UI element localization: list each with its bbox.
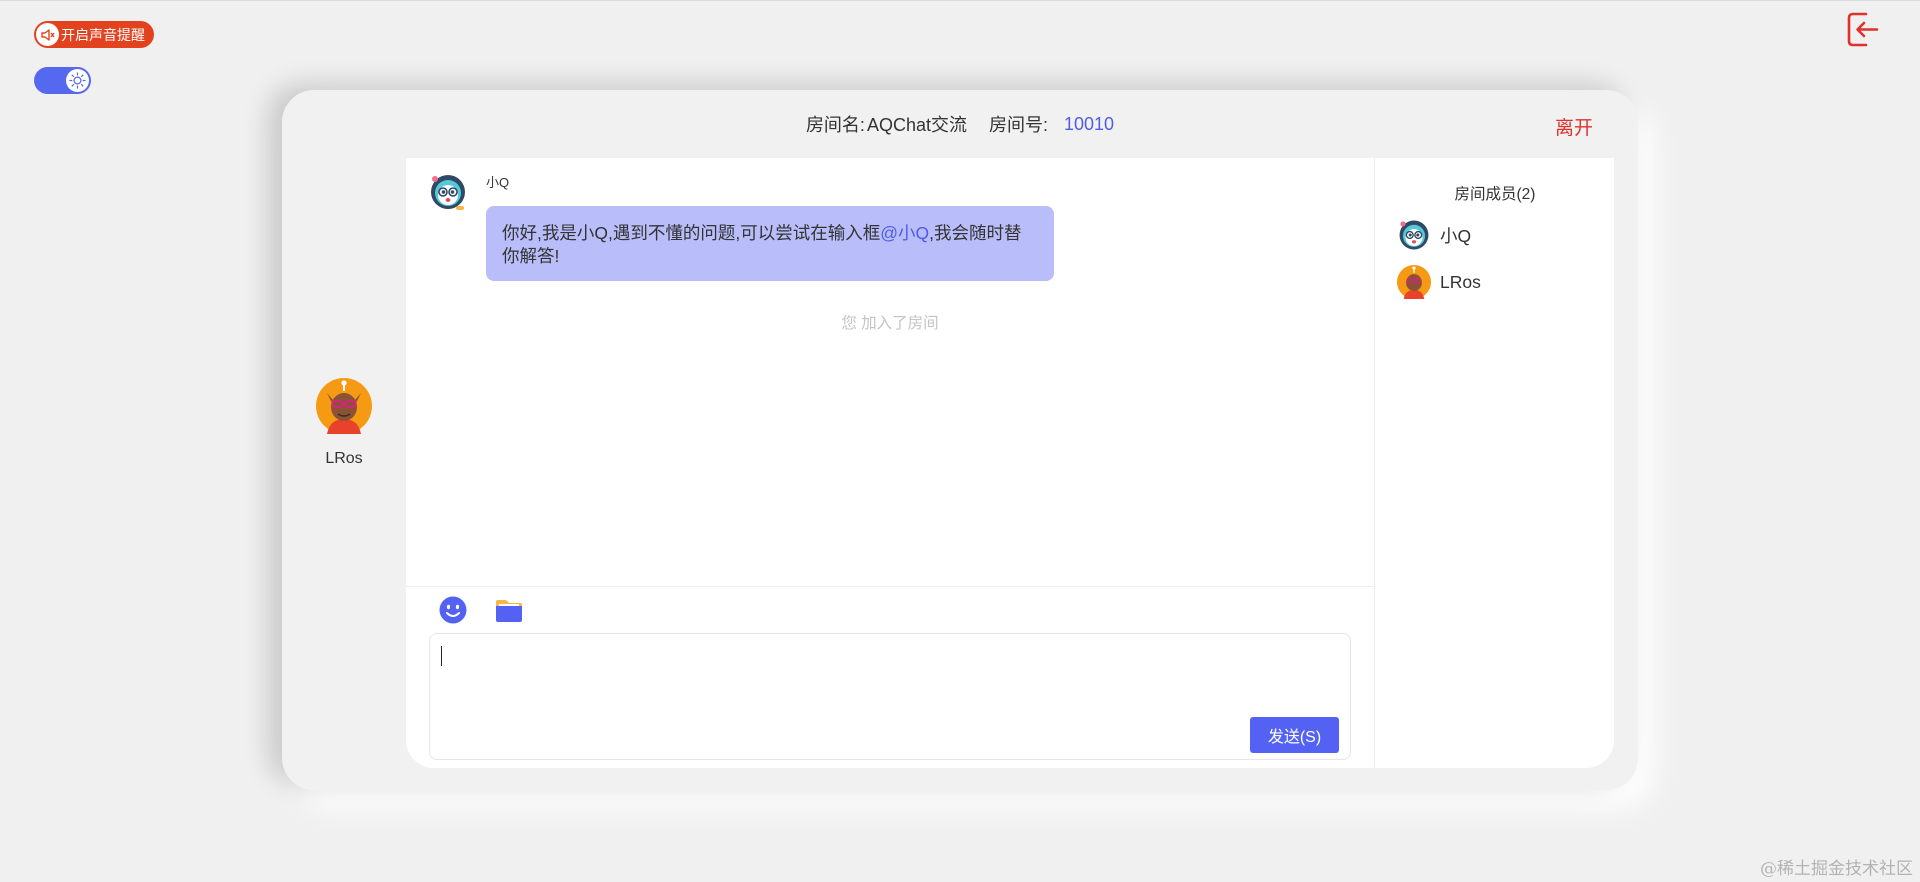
avatar bbox=[1397, 265, 1431, 299]
text-caret bbox=[441, 646, 442, 666]
member-name: LRos bbox=[1440, 271, 1481, 292]
current-user: LRos bbox=[282, 378, 406, 468]
message-bubble: 你好,我是小Q,遇到不懂的问题,可以尝试在输入框@小Q,我会随时替你解答! bbox=[486, 206, 1054, 281]
members-title: 房间成员(2) bbox=[1454, 186, 1536, 203]
sound-reminder-button[interactable]: 开启声音提醒 bbox=[34, 21, 154, 48]
folder-icon[interactable] bbox=[494, 595, 524, 625]
chat-panel: 小Q 你好,我是小Q,遇到不懂的问题,可以尝试在输入框@小Q,我会随时替你解答!… bbox=[406, 158, 1614, 768]
current-user-name: LRos bbox=[325, 450, 363, 467]
message-input[interactable]: 发送(S) bbox=[429, 633, 1351, 760]
input-area: 发送(S) bbox=[406, 586, 1374, 768]
room-header: 房间名: AQChat交流 房间号: 10010 bbox=[282, 90, 1638, 158]
logout-icon[interactable] bbox=[1846, 11, 1880, 48]
chat-room-card: 房间名: AQChat交流 房间号: 10010 离开 LRos 小Q 你好,我… bbox=[282, 90, 1638, 790]
message-list[interactable]: 小Q 你好,我是小Q,遇到不懂的问题,可以尝试在输入框@小Q,我会随时替你解答!… bbox=[406, 158, 1374, 586]
emoji-icon[interactable] bbox=[438, 595, 468, 625]
room-name: AQChat交流 bbox=[866, 115, 967, 135]
message-text: 你好,我是小Q,遇到不懂的问题,可以尝试在输入框 bbox=[502, 223, 881, 243]
system-note: 您 加入了房间 bbox=[841, 315, 939, 332]
member-item[interactable]: LRos bbox=[1397, 265, 1481, 299]
top-border bbox=[0, 0, 1920, 1]
mention-link[interactable]: @小Q bbox=[880, 223, 929, 243]
member-item[interactable]: 小Q bbox=[1397, 218, 1471, 252]
room-id: 10010 bbox=[1064, 113, 1115, 134]
bot-avatar bbox=[429, 172, 467, 212]
member-panel: 房间成员(2) 小Q LRos bbox=[1374, 158, 1614, 768]
avatar bbox=[316, 378, 372, 434]
room-id-label: 房间号: bbox=[988, 115, 1048, 135]
sun-icon bbox=[66, 69, 89, 92]
bot-avatar bbox=[1397, 218, 1431, 252]
member-name: 小Q bbox=[1440, 225, 1472, 246]
theme-toggle[interactable] bbox=[34, 67, 91, 94]
send-button[interactable]: 发送(S) bbox=[1250, 717, 1339, 753]
room-name-label: 房间名: bbox=[805, 115, 865, 135]
watermark: @稀土掘金技术社区 bbox=[1760, 859, 1913, 879]
speaker-muted-icon bbox=[36, 23, 59, 46]
leave-room-button[interactable]: 离开 bbox=[1555, 113, 1593, 140]
message-sender: 小Q bbox=[486, 175, 510, 190]
sound-reminder-label: 开启声音提醒 bbox=[61, 26, 145, 43]
